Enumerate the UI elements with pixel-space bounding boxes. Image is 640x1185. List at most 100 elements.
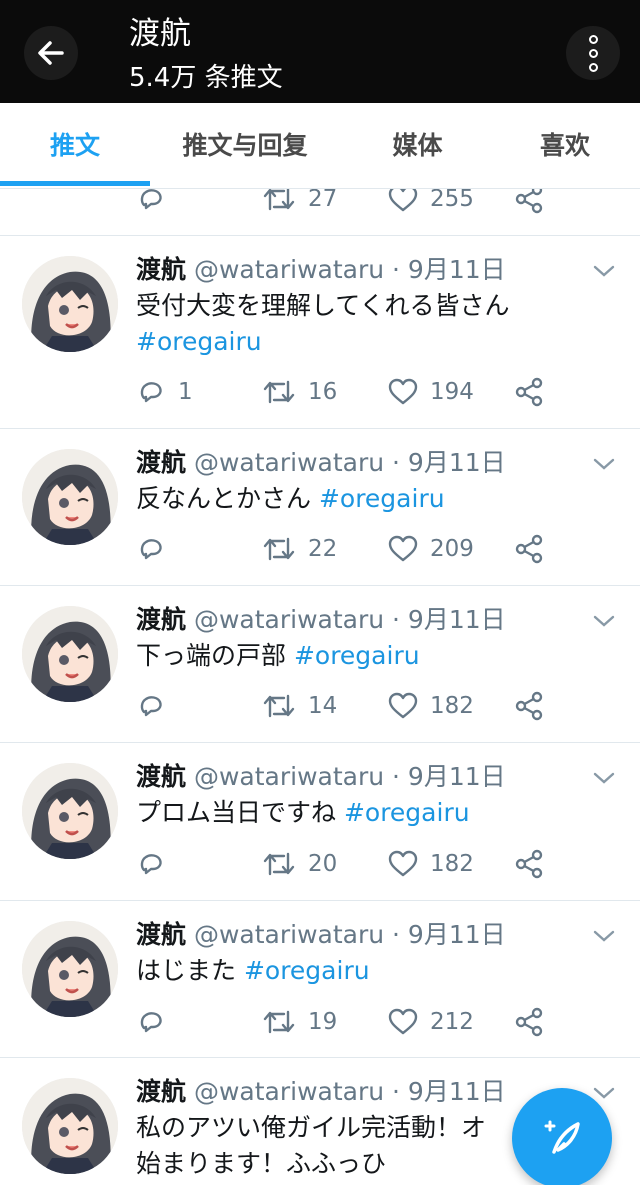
tweet-author-line: 渡航 @watariwataru · 9月11日 <box>136 1076 506 1108</box>
tweet-actions: 14 182 <box>0 686 640 726</box>
tweet-item[interactable]: 渡航 @watariwataru · 9月11日 プロム当日ですね #orega… <box>0 743 640 901</box>
arrow-left-icon <box>38 41 64 65</box>
hashtag-link[interactable]: #oregairu <box>344 798 470 827</box>
tweet-author-line: 渡航 @watariwataru · 9月11日 <box>136 761 506 793</box>
tweet-text: 下っ端の戸部 #oregairu <box>136 638 606 674</box>
retweet-icon <box>263 537 295 561</box>
share-button[interactable] <box>514 1002 544 1042</box>
hashtag-link[interactable]: #oregairu <box>294 641 420 670</box>
active-tab-indicator <box>0 181 150 186</box>
avatar[interactable] <box>22 256 118 352</box>
share-button[interactable] <box>514 372 544 412</box>
retweet-button[interactable]: 19 <box>262 1002 337 1042</box>
share-icon <box>515 534 543 564</box>
tweet-actions: 19 212 <box>0 1002 640 1042</box>
tweet-item[interactable]: 渡航 @watariwataru · 9月11日 反なんとかさん #oregai… <box>0 429 640 586</box>
share-icon <box>515 691 543 721</box>
reply-button[interactable] <box>138 529 166 569</box>
back-button[interactable] <box>24 26 78 80</box>
share-button[interactable] <box>514 529 544 569</box>
more-vertical-icon <box>588 34 598 44</box>
retweet-count: 14 <box>308 693 338 719</box>
tweet-body: プロム当日ですね <box>136 798 344 827</box>
like-button[interactable]: 182 <box>388 844 474 884</box>
retweet-button[interactable]: 16 <box>262 372 337 412</box>
reply-icon <box>140 1012 162 1033</box>
author-name[interactable]: 渡航 <box>136 762 186 791</box>
chevron-down-icon[interactable] <box>592 262 616 280</box>
tweet-actions: 22 209 <box>0 529 640 569</box>
chevron-down-icon[interactable] <box>592 927 616 945</box>
reply-icon <box>140 189 162 210</box>
tab-tweets-and-replies[interactable]: 推文与回复 <box>150 103 340 189</box>
compose-tweet-button[interactable] <box>512 1088 612 1185</box>
hashtag-link[interactable]: #oregairu <box>136 327 262 356</box>
reply-button[interactable] <box>138 686 166 726</box>
tweet-author-line: 渡航 @watariwataru · 9月11日 <box>136 604 506 636</box>
avatar-anime-girl-icon <box>22 1078 118 1174</box>
author-name[interactable]: 渡航 <box>136 448 186 477</box>
chevron-down-icon[interactable] <box>592 612 616 630</box>
author-name[interactable]: 渡航 <box>136 605 186 634</box>
author-name[interactable]: 渡航 <box>136 920 186 949</box>
more-options-button[interactable] <box>566 26 620 80</box>
chevron-down-icon[interactable] <box>592 1084 616 1102</box>
author-handle-date: @watariwataru · 9月11日 <box>193 762 506 791</box>
heart-icon <box>388 850 418 877</box>
chevron-down-icon[interactable] <box>592 769 616 787</box>
retweet-icon <box>263 852 295 876</box>
avatar[interactable] <box>22 1078 118 1174</box>
reply-icon <box>140 382 162 403</box>
retweet-icon <box>263 694 295 718</box>
heart-icon <box>388 185 418 212</box>
tweet-author-line: 渡航 @watariwataru · 9月11日 <box>136 254 506 286</box>
tab-tweets[interactable]: 推文 <box>0 103 150 189</box>
reply-icon <box>140 539 162 560</box>
share-button[interactable] <box>514 686 544 726</box>
reply-button[interactable] <box>138 844 166 884</box>
tweet-text: 反なんとかさん #oregairu <box>136 481 606 517</box>
tab-likes[interactable]: 喜欢 <box>495 103 635 189</box>
hashtag-link[interactable]: #oregairu <box>319 484 445 513</box>
author-name[interactable]: 渡航 <box>136 1077 186 1106</box>
tweet-item[interactable]: 渡航 @watariwataru · 9月11日 はじまた #oregairu … <box>0 901 640 1058</box>
share-icon <box>515 849 543 879</box>
reply-icon <box>140 696 162 717</box>
like-button[interactable]: 194 <box>388 372 474 412</box>
retweet-count: 19 <box>308 1009 338 1035</box>
chevron-down-icon[interactable] <box>592 455 616 473</box>
retweet-button[interactable]: 22 <box>262 529 337 569</box>
tweet-text: はじまた #oregairu <box>136 953 606 989</box>
tweet-body: 私のアツい俺ガイル完活動！オ <box>136 1113 487 1142</box>
retweet-count: 27 <box>308 186 338 212</box>
more-dot <box>588 48 598 58</box>
tweet-author-line: 渡航 @watariwataru · 9月11日 <box>136 919 506 951</box>
tab-media[interactable]: 媒体 <box>345 103 490 189</box>
share-button[interactable] <box>514 844 544 884</box>
retweet-button[interactable]: 14 <box>262 686 337 726</box>
share-icon <box>515 1007 543 1037</box>
reply-button[interactable] <box>138 1002 166 1042</box>
tweet-actions: 20 182 <box>0 844 640 884</box>
heart-icon <box>388 535 418 562</box>
retweet-icon <box>263 1010 295 1034</box>
retweet-button[interactable]: 20 <box>262 844 337 884</box>
tweet-item[interactable]: 渡航 @watariwataru · 9月11日 受付大変を理解してくれる皆さん… <box>0 236 640 429</box>
like-button[interactable]: 182 <box>388 686 474 726</box>
author-handle-date: @watariwataru · 9月11日 <box>193 605 506 634</box>
retweet-count: 16 <box>308 379 338 405</box>
tweet-item[interactable]: 渡航 @watariwataru · 9月11日 下っ端の戸部 #oregair… <box>0 586 640 743</box>
reply-button[interactable]: 1 <box>138 372 193 412</box>
partial-tweet-actions: 27 255 <box>0 184 640 236</box>
like-button[interactable]: 212 <box>388 1002 474 1042</box>
author-name[interactable]: 渡航 <box>136 255 186 284</box>
tweet-count: 5.4万 条推文 <box>129 63 283 93</box>
heart-icon <box>388 692 418 719</box>
share-icon <box>515 377 543 407</box>
hashtag-link[interactable]: #oregairu <box>244 956 370 985</box>
like-count: 209 <box>430 536 474 562</box>
compose-feather-icon <box>544 1120 580 1154</box>
like-button[interactable]: 209 <box>388 529 474 569</box>
retweet-icon <box>263 187 295 211</box>
tweet-body: はじまた <box>136 956 244 985</box>
